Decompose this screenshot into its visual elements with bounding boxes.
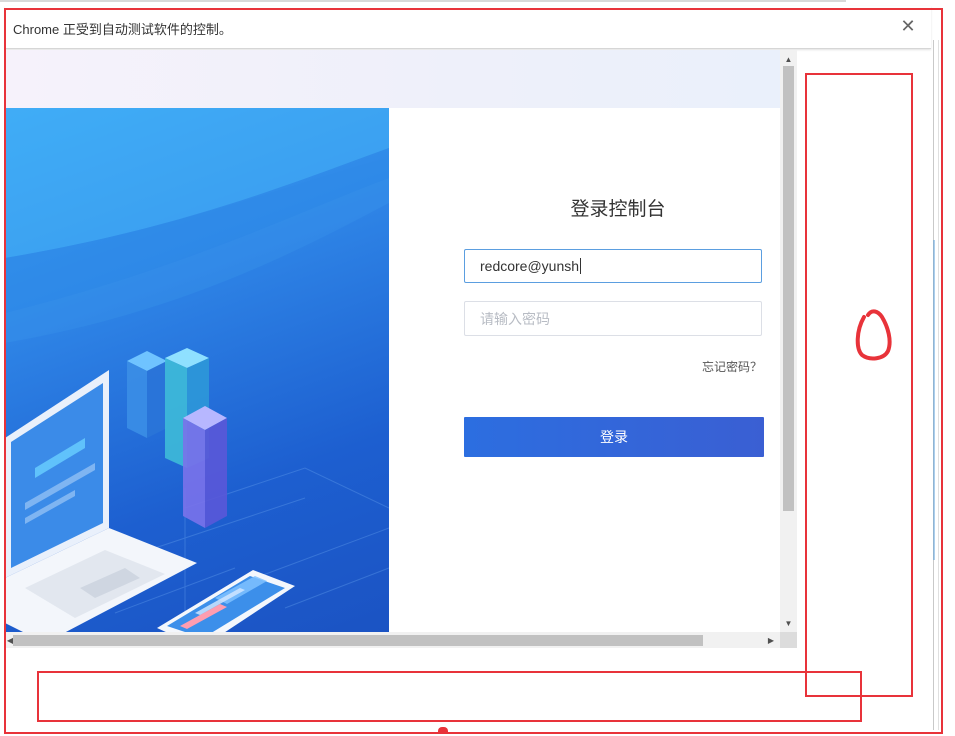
automation-infobar: Chrome 正受到自动测试软件的控制。 ✕ bbox=[5, 6, 931, 49]
vertical-scrollbar[interactable]: ▲ ▼ bbox=[780, 50, 797, 632]
login-illustration bbox=[5, 108, 389, 632]
horizontal-scrollbar[interactable]: ◀ ▶ bbox=[5, 632, 780, 648]
annotation-box-bottom bbox=[37, 671, 862, 722]
page-header-band bbox=[5, 50, 780, 108]
login-button[interactable]: 登录 bbox=[464, 417, 764, 457]
window-border-accent bbox=[933, 240, 935, 560]
username-value: redcore@yunsh bbox=[480, 258, 580, 274]
login-title-text: 登录控制台 bbox=[570, 199, 666, 220]
screenshot-root: Chrome 正受到自动测试软件的控制。 ✕ 登录控制台 redcore@yun… bbox=[0, 0, 955, 736]
text-caret bbox=[580, 258, 582, 274]
background-window-edge bbox=[932, 0, 955, 736]
forgot-password-link[interactable]: 忘记密码？ bbox=[660, 358, 762, 375]
close-icon[interactable]: ✕ bbox=[898, 16, 918, 36]
page-viewport: 登录控制台 bbox=[5, 50, 780, 632]
chevron-up-icon[interactable]: ▲ bbox=[780, 52, 797, 66]
username-input[interactable]: redcore@yunsh bbox=[464, 249, 762, 283]
login-title: 登录控制台 bbox=[389, 194, 780, 221]
window-border-line bbox=[938, 40, 939, 730]
annotation-mark bbox=[438, 727, 448, 733]
horizontal-scroll-thumb[interactable] bbox=[13, 635, 703, 646]
annotation-zero-mark bbox=[855, 309, 892, 361]
password-input[interactable]: 请输入密码 bbox=[464, 301, 762, 336]
vertical-scroll-thumb[interactable] bbox=[783, 66, 794, 511]
annotation-box-right bbox=[805, 73, 913, 697]
scrollbar-corner bbox=[780, 632, 797, 648]
chevron-right-icon[interactable]: ▶ bbox=[764, 632, 778, 648]
window-edge bbox=[0, 0, 846, 2]
chevron-down-icon[interactable]: ▼ bbox=[780, 616, 797, 630]
password-placeholder: 请输入密码 bbox=[480, 310, 550, 327]
infobar-message: Chrome 正受到自动测试软件的控制。 bbox=[13, 22, 232, 37]
